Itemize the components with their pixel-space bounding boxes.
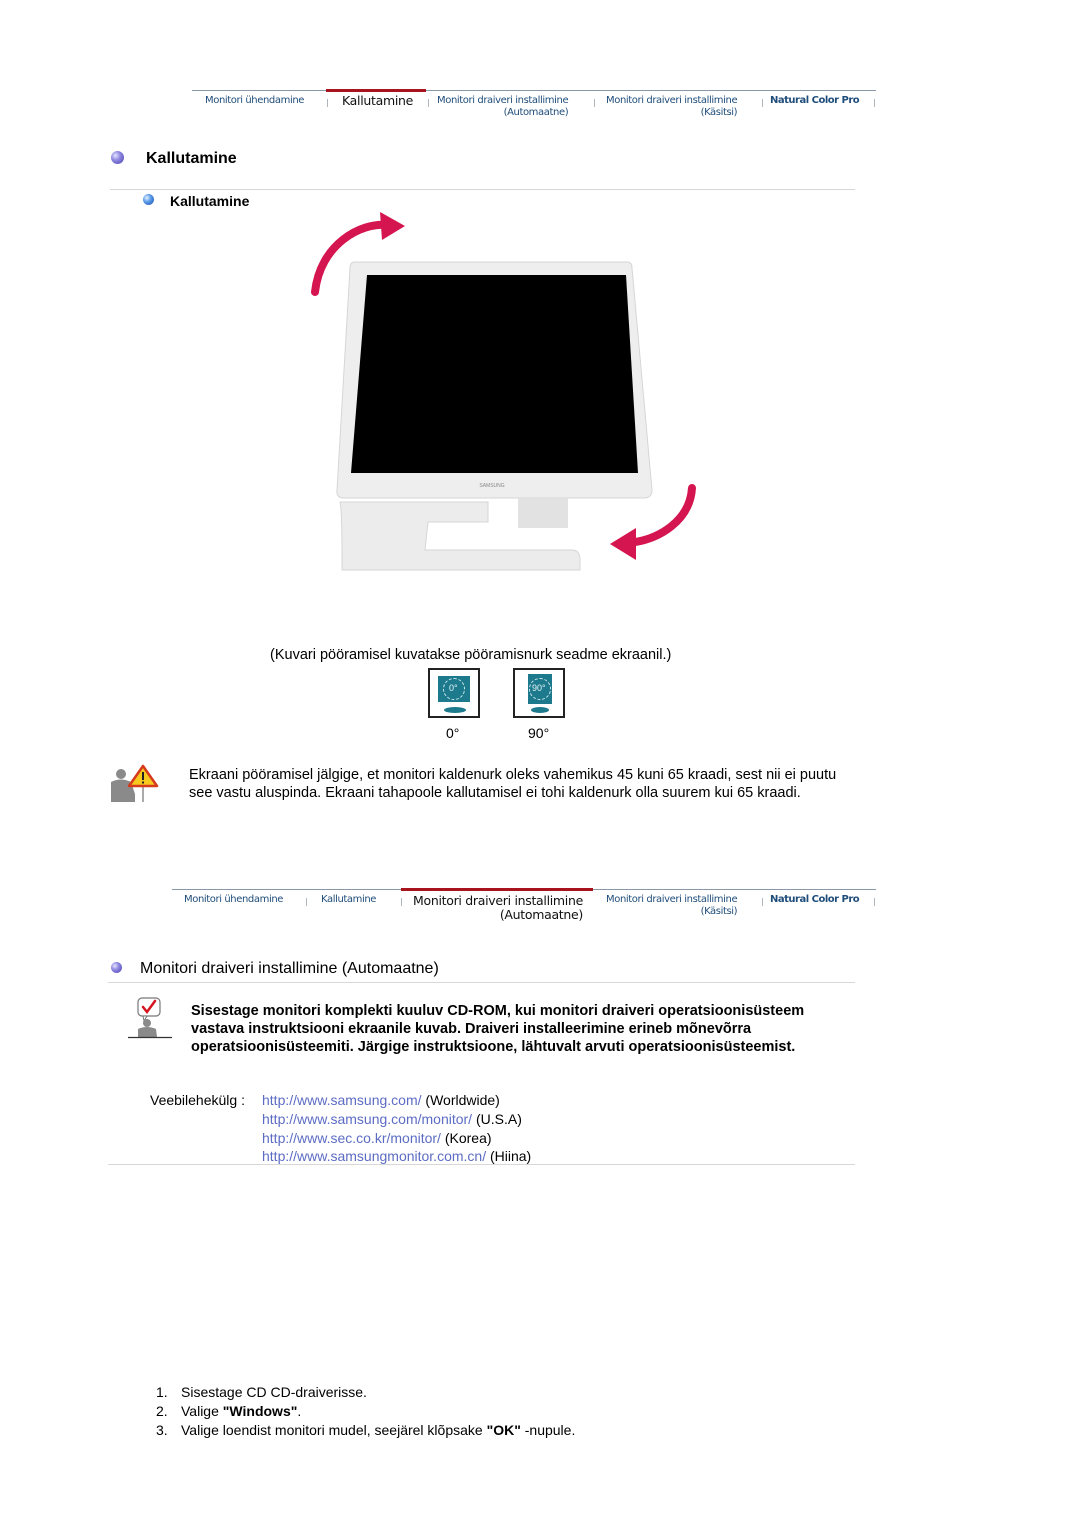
tab-separator [874, 99, 875, 107]
warning-person-icon [111, 764, 159, 802]
website-link-korea[interactable]: http://www.sec.co.kr/monitor/ [262, 1130, 441, 1146]
tab-separator [874, 898, 875, 906]
website-row: http://www.samsung.com/monitor/ (U.S.A) [262, 1111, 522, 1127]
tab-monitori-uhendamine[interactable]: Monitori ühendamine [184, 894, 283, 906]
monitor-screen [351, 275, 638, 473]
section-divider [108, 1164, 855, 1165]
note-check-person-icon [128, 997, 172, 1039]
tab-separator [762, 99, 763, 107]
nav-divider-line [192, 90, 876, 91]
tab-draiveri-automaatne[interactable]: Monitori draiveri installimine (Automaatn… [413, 894, 583, 922]
section-bullet-icon [111, 151, 124, 164]
nav-active-indicator [401, 888, 593, 891]
website-link-usa[interactable]: http://www.samsung.com/monitor/ [262, 1111, 472, 1127]
section-divider [108, 982, 855, 983]
nav-tabbar-second: Monitori ühendamine Kallutamine Monitori… [172, 885, 876, 922]
tab-separator [428, 99, 429, 107]
tab-separator [306, 898, 307, 906]
install-steps-list: 1. Sisestage CD CD-draiverisse. 2. Valige … [156, 1383, 575, 1440]
monitor-stand-neck [518, 498, 568, 528]
rotation-caption: (Kuvari pööramisel kuvatakse pööramisnur… [270, 647, 672, 663]
section-title-kallutamine: Kallutamine [146, 150, 237, 167]
tab-draiveri-kasitsi[interactable]: Monitori draiveri installimine (Käsitsi) [606, 95, 738, 119]
tab-separator [594, 99, 595, 107]
nav-tabbar-top: Monitori ühendamine Kallutamine Monitori… [192, 86, 876, 120]
tab-separator [327, 99, 328, 107]
website-row: http://www.samsungmonitor.com.cn/ (Hiina… [262, 1148, 532, 1164]
section-divider [110, 189, 855, 190]
step-item: 2. Valige "Windows". [156, 1403, 302, 1419]
tab-natural-color-pro[interactable]: Natural Color Pro [770, 894, 860, 906]
subsection-title-kallutamine: Kallutamine [170, 193, 250, 209]
rotation-0-label: 0° [446, 725, 460, 741]
nav-active-indicator [326, 89, 426, 92]
subsection-bullet-icon [143, 194, 154, 205]
rotation-0-icon: 0° [428, 668, 480, 718]
note-text: Sisestage monitori komplekti kuuluv CD-R… [191, 1003, 805, 1055]
tab-separator [762, 898, 763, 906]
tab-monitori-uhendamine[interactable]: Monitori ühendamine [205, 95, 304, 107]
website-link-china[interactable]: http://www.samsungmonitor.com.cn/ [262, 1148, 486, 1164]
tab-draiveri-automaatne[interactable]: Monitori draiveri installimine (Automaatn… [437, 95, 569, 119]
monitor-tilt-figure: SAMSUNG [311, 212, 696, 571]
website-label: Veebilehekülg : [150, 1092, 245, 1108]
rotation-90-icon: 90° [513, 668, 565, 718]
tab-natural-color-pro[interactable]: Natural Color Pro [770, 95, 860, 107]
website-row: http://www.sec.co.kr/monitor/ (Korea) [262, 1130, 492, 1146]
website-link-worldwide[interactable]: http://www.samsung.com/ [262, 1092, 422, 1108]
section-bullet-icon [111, 962, 122, 973]
website-row: http://www.samsung.com/ (Worldwide) [262, 1092, 500, 1108]
section-title-draiveri-automaatne: Monitori draiveri installimine (Automaat… [140, 960, 439, 977]
step-item: 1. Sisestage CD CD-draiverisse. [156, 1384, 367, 1400]
tab-kallutamine[interactable]: Kallutamine [342, 94, 413, 108]
rotate-arrow-down-head [610, 528, 636, 560]
step-item: 3. Valige loendist monitori mudel, seejär… [156, 1422, 576, 1438]
tab-draiveri-kasitsi[interactable]: Monitori draiveri installimine (Käsitsi) [606, 894, 738, 918]
rotation-90-label: 90° [528, 725, 550, 741]
monitor-brand-text: SAMSUNG [479, 483, 504, 489]
rotate-arrow-up-head [380, 212, 405, 240]
warning-text: Ekraani pööramisel jälgige, et monitori … [189, 767, 837, 801]
tab-kallutamine[interactable]: Kallutamine [321, 894, 376, 906]
tab-separator [401, 898, 402, 906]
